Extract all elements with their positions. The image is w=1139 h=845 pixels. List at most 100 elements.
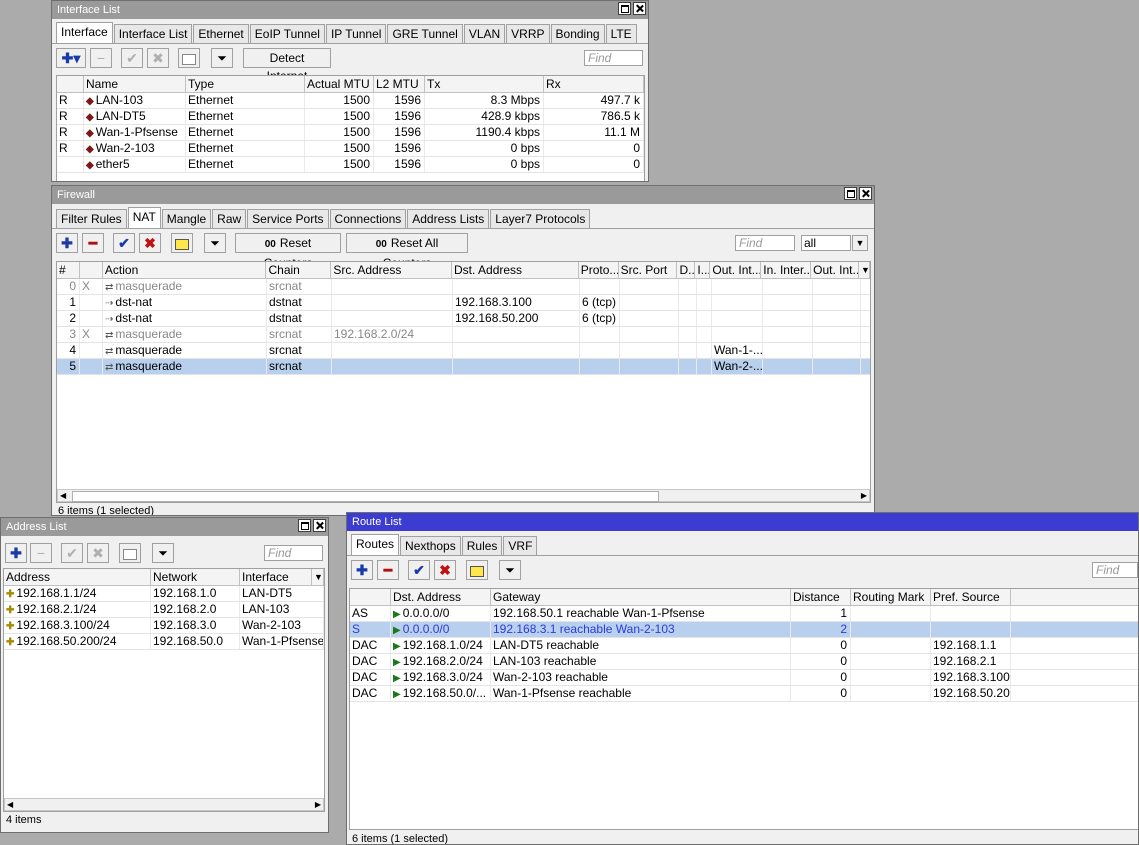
find-input[interactable]: Find (735, 235, 795, 251)
col-out-interface-list[interactable]: Out. Int... (811, 262, 860, 278)
comment-button[interactable] (119, 543, 141, 563)
col-pref-source[interactable]: Pref. Source (931, 589, 1011, 605)
maximize-icon[interactable] (618, 2, 631, 15)
col-action[interactable]: Action (103, 262, 267, 278)
scroll-right-icon[interactable]: ▶ (861, 490, 867, 501)
enable-button[interactable]: ✔ (121, 48, 143, 68)
table-row[interactable]: R ◆ LAN-103 Ethernet 1500 1596 8.3 Mbps 497.7 k (57, 93, 644, 109)
add-dropdown-button[interactable]: ✚▾ (56, 48, 86, 68)
col-dst-address[interactable]: Dst. Address (391, 589, 491, 605)
col-dst-port[interactable]: D... (677, 262, 696, 278)
col-number[interactable]: # (57, 262, 80, 278)
tab-mangle[interactable]: Mangle (161, 209, 212, 228)
table-row[interactable]: DAC ▶ 192.168.3.0/24 Wan-2-103 reachable 0 19… (350, 670, 1138, 686)
table-row[interactable]: 5 ⇄ masquerade srcnat Wan-2-... (57, 359, 870, 375)
maximize-icon[interactable] (298, 519, 311, 532)
tab-nat[interactable]: NAT (127, 207, 161, 228)
remove-button[interactable]: ━ (377, 560, 399, 580)
col-distance[interactable]: Distance (791, 589, 851, 605)
remove-button[interactable]: − (30, 543, 52, 563)
table-row[interactable]: ◆ ether5 Ethernet 1500 1596 0 bps 0 (57, 157, 644, 173)
table-row[interactable]: AS ▶ 0.0.0.0/0 192.168.50.1 reachable Wan-1… (350, 606, 1138, 622)
route-list-titlebar[interactable]: Route List (347, 513, 1138, 531)
remove-button[interactable]: − (90, 48, 112, 68)
tab-service-ports[interactable]: Service Ports (247, 209, 329, 228)
filter-button[interactable]: ⏷ (211, 48, 233, 68)
col-type[interactable]: Type (186, 76, 305, 92)
table-row[interactable]: 4 ⇄ masquerade srcnat Wan-1-... (57, 343, 870, 359)
tab-gre-tunnel[interactable]: GRE Tunnel (387, 24, 463, 43)
tab-routes[interactable]: Routes (351, 534, 400, 555)
chevron-down-icon[interactable]: ▼ (852, 235, 868, 251)
tab-layer7-protocols[interactable]: Layer7 Protocols (490, 209, 591, 228)
table-row[interactable]: ✚ 192.168.3.100/24 192.168.3.0 Wan-2-103 (4, 618, 324, 634)
scroll-left-icon[interactable]: ◀ (7, 799, 13, 810)
comment-button[interactable] (178, 48, 200, 68)
firewall-titlebar[interactable]: Firewall (52, 186, 874, 204)
col-name[interactable]: Name (84, 76, 186, 92)
col-src-address[interactable]: Src. Address (331, 262, 453, 278)
col-flag[interactable] (350, 589, 391, 605)
col-l2-mtu[interactable]: L2 MTU (374, 76, 425, 92)
address-list-titlebar[interactable]: Address List (1, 518, 328, 536)
find-input[interactable]: Find (264, 545, 323, 561)
close-icon[interactable] (313, 519, 326, 532)
table-row[interactable]: 1 ⇢ dst-nat dstnat 192.168.3.100 6 (tcp) (57, 295, 870, 311)
scrollbar-thumb[interactable] (72, 491, 659, 502)
table-row[interactable]: R ◆ Wan-2-103 Ethernet 1500 1596 0 bps 0 (57, 141, 644, 157)
table-row[interactable]: R ◆ Wan-1-Pfsense Ethernet 1500 1596 1190.4 kb… (57, 125, 644, 141)
tab-eoip-tunnel[interactable]: EoIP Tunnel (249, 24, 325, 43)
col-address[interactable]: Address (4, 569, 151, 585)
table-row[interactable]: ✚ 192.168.2.1/24 192.168.2.0 LAN-103 (4, 602, 324, 618)
tab-vrf[interactable]: VRF (503, 536, 538, 555)
col-chain[interactable]: Chain (266, 262, 332, 278)
col-interface[interactable]: Interface (240, 569, 312, 585)
tab-address-lists[interactable]: Address Lists (407, 209, 490, 228)
comment-button[interactable] (466, 560, 488, 580)
column-menu-icon[interactable]: ▼ (859, 262, 870, 278)
tab-interface-list[interactable]: Interface List (113, 24, 193, 43)
col-routing-mark[interactable]: Routing Mark (851, 589, 931, 605)
table-row[interactable]: DAC ▶ 192.168.50.0/... Wan-1-Pfsense reacha… (350, 686, 1138, 702)
col-out-interface[interactable]: Out. Int... (710, 262, 762, 278)
table-row[interactable]: DAC ▶ 192.168.1.0/24 LAN-DT5 reachable 0 192.… (350, 638, 1138, 654)
tab-lte[interactable]: LTE (605, 24, 637, 43)
col-actual-mtu[interactable]: Actual MTU (305, 76, 374, 92)
col-in-interface[interactable]: I... (695, 262, 711, 278)
tab-rules[interactable]: Rules (461, 536, 503, 555)
col-flag[interactable] (57, 76, 84, 92)
col-protocol[interactable]: Proto... (579, 262, 619, 278)
filter-select[interactable]: all (801, 235, 851, 251)
table-row[interactable]: S ▶ 0.0.0.0/0 192.168.3.1 reachable Wan-2-1… (350, 622, 1138, 638)
enable-button[interactable]: ✔ (61, 543, 83, 563)
filter-button[interactable]: ⏷ (152, 543, 174, 563)
col-dst-address[interactable]: Dst. Address (452, 262, 579, 278)
reset-counters-button[interactable]: 00Reset Counters (235, 233, 341, 270)
comment-button[interactable] (171, 233, 193, 253)
find-input[interactable]: Find (1092, 562, 1138, 578)
table-row[interactable]: DAC ▶ 192.168.2.0/24 LAN-103 reachable 0 192.… (350, 654, 1138, 670)
tab-interface[interactable]: Interface (56, 22, 113, 43)
tab-ethernet[interactable]: Ethernet (193, 24, 249, 43)
horizontal-scrollbar[interactable]: ◀ ▶ (4, 798, 324, 811)
col-flag[interactable] (80, 262, 103, 278)
maximize-icon[interactable] (844, 187, 857, 200)
add-button[interactable]: ✚ (351, 560, 373, 580)
reset-all-counters-button[interactable]: 00Reset All Counters (346, 233, 468, 270)
close-icon[interactable] (859, 187, 872, 200)
filter-button[interactable]: ⏷ (204, 233, 226, 253)
col-network[interactable]: Network (151, 569, 240, 585)
table-row[interactable]: 3 X ⇄ masquerade srcnat 192.168.2.0/24 (57, 327, 870, 343)
disable-button[interactable]: ✖ (434, 560, 456, 580)
table-row[interactable]: ✚ 192.168.50.200/24 192.168.50.0 Wan-1-Pfse… (4, 634, 324, 650)
col-in-interface-list[interactable]: In. Inter... (761, 262, 812, 278)
disable-button[interactable]: ✖ (139, 233, 161, 253)
table-row[interactable]: 2 ⇢ dst-nat dstnat 192.168.50.200 6 (tcp) (57, 311, 870, 327)
close-icon[interactable] (633, 2, 646, 15)
tab-filter-rules[interactable]: Filter Rules (56, 209, 127, 228)
find-input[interactable]: Find (584, 50, 643, 66)
add-button[interactable]: ✚ (56, 233, 78, 253)
tab-vlan[interactable]: VLAN (463, 24, 506, 43)
col-src-port[interactable]: Src. Port (619, 262, 678, 278)
detect-internet-button[interactable]: Detect Internet (243, 48, 331, 83)
